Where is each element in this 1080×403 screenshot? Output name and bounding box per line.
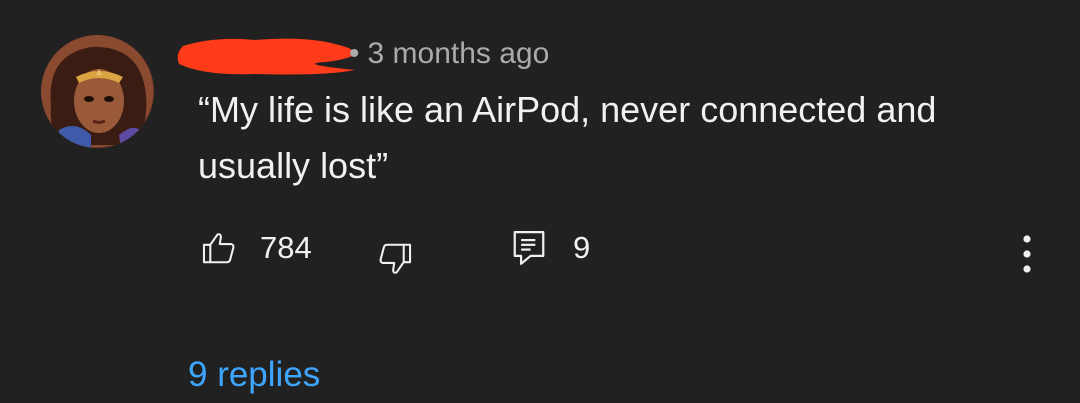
dislike-button[interactable]: [376, 240, 414, 278]
like-count: 784: [260, 230, 312, 265]
meta-separator: •: [349, 37, 360, 70]
more-actions-button[interactable]: [1012, 232, 1042, 276]
comment-thread: • 3 months ago “My life is like an AirPod…: [0, 0, 1080, 403]
reply-count: 9: [573, 230, 591, 265]
comment-meta: • 3 months ago: [349, 34, 549, 74]
author-name-redaction: [177, 38, 357, 75]
view-replies-link[interactable]: 9 replies: [188, 352, 320, 398]
avatar-image: [41, 35, 154, 148]
avatar[interactable]: [41, 35, 154, 148]
thumbs-down-icon: [376, 240, 414, 278]
reply-button[interactable]: 9: [511, 228, 590, 268]
comment-text: “My life is like an AirPod, never connec…: [198, 89, 937, 186]
thumbs-up-icon: [200, 229, 238, 267]
more-vert-icon: [1023, 235, 1031, 273]
comment-icon: [511, 229, 547, 267]
like-button[interactable]: 784: [200, 228, 312, 268]
comment-timestamp: 3 months ago: [367, 37, 550, 70]
